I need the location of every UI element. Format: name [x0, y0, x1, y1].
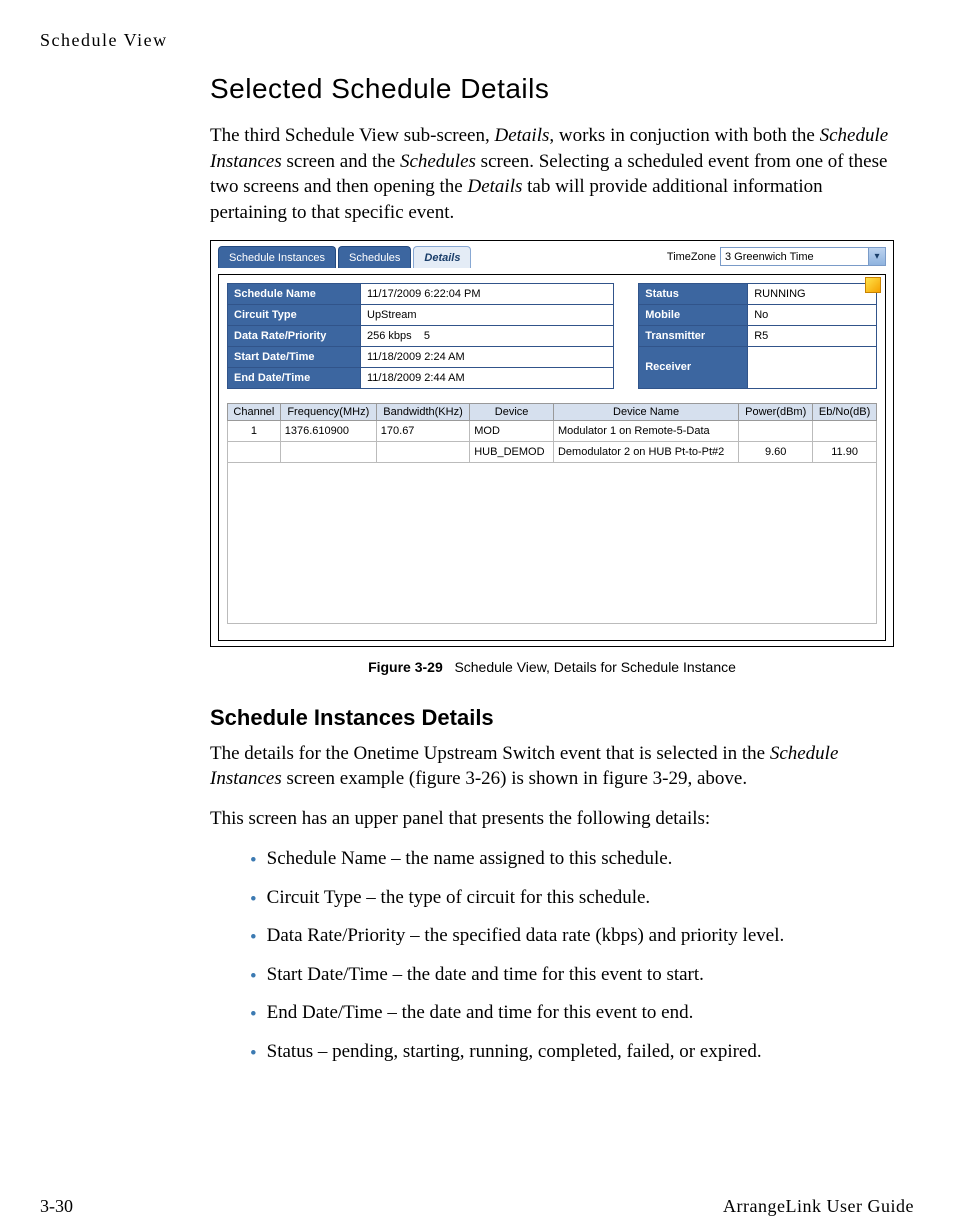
properties-panel: Schedule Name 11/17/2009 6:22:04 PM Stat… [227, 283, 877, 389]
page-number: 3-30 [40, 1196, 73, 1217]
tab-details[interactable]: Details [413, 246, 471, 268]
field-label: Transmitter [639, 325, 748, 346]
col-header: Power(dBm) [739, 403, 813, 420]
col-header: Device Name [553, 403, 738, 420]
col-header: Bandwidth(KHz) [376, 403, 469, 420]
figure-number: Figure 3-29 [368, 659, 443, 675]
cell: MOD [470, 420, 554, 441]
cell [280, 441, 376, 462]
cell: Modulator 1 on Remote-5-Data [553, 420, 738, 441]
timezone-label: TimeZone [667, 251, 716, 263]
field-label: Receiver [639, 346, 748, 388]
cell [813, 420, 877, 441]
field-label: Schedule Name [228, 283, 361, 304]
cell: 1 [228, 420, 281, 441]
field-value: 11/18/2009 2:44 AM [361, 367, 614, 388]
para1: The details for the Onetime Upstream Swi… [210, 741, 894, 792]
cell [228, 441, 281, 462]
device-table-body: 1 1376.610900 170.67 MOD Modulator 1 on … [228, 420, 877, 462]
cell: 11.90 [813, 441, 877, 462]
field-label: Mobile [639, 304, 748, 325]
timezone-select[interactable]: 3 Greenwich Time ▾ [720, 247, 886, 266]
bullet-icon: • [250, 1040, 257, 1069]
figure-caption: Figure 3-29 Schedule View, Details for S… [210, 659, 894, 675]
field-value: 256 kbps 5 [361, 325, 614, 346]
field-value [748, 346, 877, 388]
field-label: Start Date/Time [228, 346, 361, 367]
chevron-down-icon: ▾ [868, 248, 885, 265]
list-item: •End Date/Time – the date and time for t… [250, 999, 894, 1030]
list-item: •Start Date/Time – the date and time for… [250, 961, 894, 992]
field-value: RUNNING [748, 283, 877, 304]
list-item: •Schedule Name – the name assigned to th… [250, 845, 894, 876]
field-value: R5 [748, 325, 877, 346]
cell: 1376.610900 [280, 420, 376, 441]
field-label: Circuit Type [228, 304, 361, 325]
cell: 170.67 [376, 420, 469, 441]
field-label: Status [639, 283, 748, 304]
list-item: •Data Rate/Priority – the specified data… [250, 922, 894, 953]
section-title: Selected Schedule Details [210, 73, 894, 105]
col-header: Frequency(MHz) [280, 403, 376, 420]
page-footer: 3-30 ArrangeLink User Guide [40, 1196, 914, 1217]
running-header: Schedule View [40, 30, 894, 51]
field-value: UpStream [361, 304, 614, 325]
tab-schedules[interactable]: Schedules [338, 246, 411, 268]
table-row: 1 1376.610900 170.67 MOD Modulator 1 on … [228, 420, 877, 441]
tab-schedule-instances[interactable]: Schedule Instances [218, 246, 336, 268]
para2: This screen has an upper panel that pres… [210, 806, 894, 832]
doc-title: ArrangeLink User Guide [723, 1196, 914, 1217]
table-row: HUB_DEMOD Demodulator 2 on HUB Pt-to-Pt#… [228, 441, 877, 462]
subsection-title: Schedule Instances Details [210, 705, 894, 731]
field-label: End Date/Time [228, 367, 361, 388]
figure-text: Schedule View, Details for Schedule Inst… [454, 659, 735, 675]
col-header: Eb/No(dB) [813, 403, 877, 420]
refresh-icon[interactable] [865, 277, 881, 293]
col-header: Channel [228, 403, 281, 420]
list-item: •Status – pending, starting, running, co… [250, 1038, 894, 1069]
cell [739, 420, 813, 441]
list-item: •Circuit Type – the type of circuit for … [250, 884, 894, 915]
col-header: Device [470, 403, 554, 420]
device-table: Channel Frequency(MHz) Bandwidth(KHz) De… [227, 403, 877, 463]
details-screenshot: Schedule Instances Schedules Details Tim… [210, 240, 894, 647]
timezone-value: 3 Greenwich Time [725, 251, 814, 263]
cell [376, 441, 469, 462]
bullet-icon: • [250, 963, 257, 992]
field-label: Data Rate/Priority [228, 325, 361, 346]
bullet-icon: • [250, 847, 257, 876]
bullet-list: •Schedule Name – the name assigned to th… [250, 845, 894, 1068]
cell: HUB_DEMOD [470, 441, 554, 462]
intro-paragraph: The third Schedule View sub-screen, Deta… [210, 123, 894, 226]
field-value: 11/17/2009 6:22:04 PM [361, 283, 614, 304]
bullet-icon: • [250, 886, 257, 915]
bullet-icon: • [250, 1001, 257, 1030]
bullet-icon: • [250, 924, 257, 953]
tab-row: Schedule Instances Schedules Details Tim… [218, 246, 886, 268]
field-value: No [748, 304, 877, 325]
table-empty-space [227, 463, 877, 624]
field-value: 11/18/2009 2:24 AM [361, 346, 614, 367]
cell: 9.60 [739, 441, 813, 462]
cell: Demodulator 2 on HUB Pt-to-Pt#2 [553, 441, 738, 462]
